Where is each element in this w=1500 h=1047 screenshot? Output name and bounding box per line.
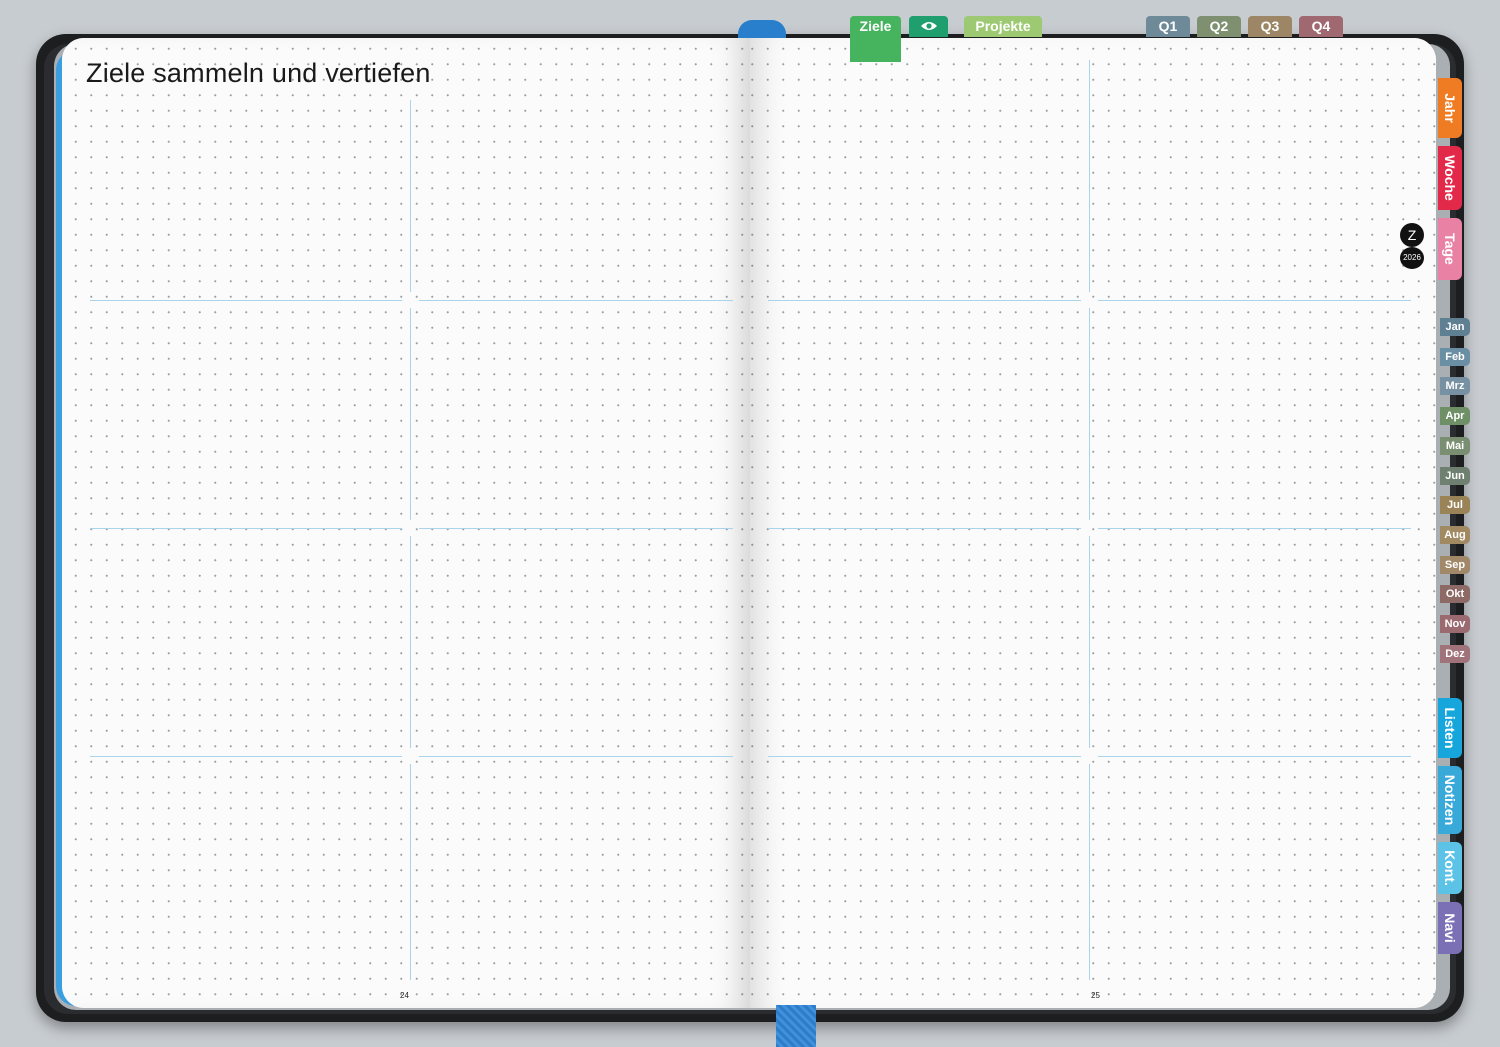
tab-month-feb[interactable]: Feb (1440, 347, 1470, 366)
tab-month-mai[interactable]: Mai (1440, 436, 1470, 455)
tab-projekte[interactable]: Projekte (964, 16, 1042, 37)
tab-q1[interactable]: Q1 (1146, 16, 1190, 37)
tab-month-dez[interactable]: Dez (1440, 644, 1470, 663)
letter-badge[interactable]: Z (1400, 223, 1424, 247)
left-page (62, 38, 750, 1008)
tab-q3[interactable]: Q3 (1248, 16, 1292, 37)
grid-line-vertical (1089, 60, 1090, 292)
tab-tage[interactable]: Tage (1438, 218, 1462, 280)
tab-ziele-active-marker (850, 37, 901, 62)
eye-icon (920, 22, 937, 30)
tab-month-jan[interactable]: Jan (1440, 318, 1470, 336)
bookmark-ribbon-bottom (776, 1005, 816, 1047)
tab-jahr[interactable]: Jahr (1438, 78, 1462, 138)
tab-q4[interactable]: Q4 (1299, 16, 1343, 37)
page-number-left: 24 (400, 991, 409, 1000)
notebook-spread (62, 38, 1436, 1008)
tab-month-apr[interactable]: Apr (1440, 407, 1470, 426)
grid-line-horizontal (1098, 528, 1411, 529)
tab-q2[interactable]: Q2 (1197, 16, 1241, 37)
tab-kontakte[interactable]: Kont. (1438, 842, 1462, 894)
tab-month-nov[interactable]: Nov (1440, 615, 1470, 633)
year-badge[interactable]: 2026 (1400, 247, 1424, 269)
tab-listen[interactable]: Listen (1438, 698, 1462, 758)
grid-line-horizontal (419, 756, 733, 757)
grid-line-horizontal (768, 300, 1081, 301)
page-number-right: 25 (1091, 991, 1100, 1000)
grid-line-vertical (1089, 536, 1090, 748)
tab-month-mrz[interactable]: Mrz (1440, 377, 1470, 396)
grid-line-horizontal (768, 528, 1081, 529)
grid-line-horizontal (1098, 756, 1411, 757)
grid-line-vertical (1089, 764, 1090, 980)
grid-line-horizontal (419, 528, 733, 529)
grid-line-horizontal (419, 300, 733, 301)
right-page (750, 38, 1436, 1008)
tab-month-okt[interactable]: Okt (1440, 585, 1470, 604)
grid-line-vertical (410, 764, 411, 980)
tab-navi[interactable]: Navi (1438, 902, 1462, 954)
grid-line-horizontal (768, 756, 1081, 757)
tab-woche[interactable]: Woche (1438, 146, 1462, 210)
tab-view[interactable] (909, 16, 948, 37)
tab-month-sep[interactable]: Sep (1440, 555, 1470, 574)
grid-line-horizontal (90, 300, 402, 301)
tab-month-aug[interactable]: Aug (1440, 525, 1470, 544)
tab-notizen[interactable]: Notizen (1438, 766, 1462, 834)
grid-line-vertical (1089, 308, 1090, 520)
tab-month-jun[interactable]: Jun (1440, 466, 1470, 485)
tab-ziele[interactable]: Ziele (850, 16, 901, 37)
grid-line-vertical (410, 536, 411, 748)
page-title: Ziele sammeln und vertiefen (86, 58, 431, 88)
grid-line-horizontal (90, 756, 402, 757)
grid-line-vertical (410, 100, 411, 292)
grid-line-vertical (410, 308, 411, 520)
tab-month-jul[interactable]: Jul (1440, 496, 1470, 515)
grid-line-horizontal (90, 528, 402, 529)
grid-line-horizontal (1098, 300, 1411, 301)
